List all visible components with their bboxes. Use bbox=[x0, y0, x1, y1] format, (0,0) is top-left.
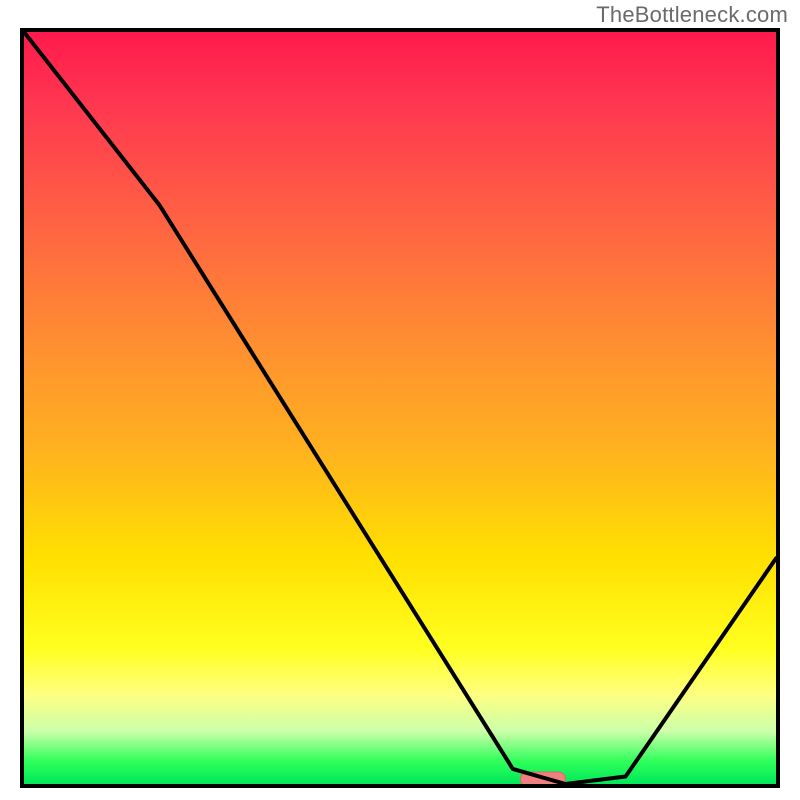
chart-svg bbox=[24, 32, 776, 784]
watermark-text: TheBottleneck.com bbox=[596, 2, 788, 28]
page-root: TheBottleneck.com bbox=[0, 0, 800, 800]
chart-plot-area bbox=[20, 28, 780, 788]
bottleneck-curve bbox=[24, 32, 776, 784]
